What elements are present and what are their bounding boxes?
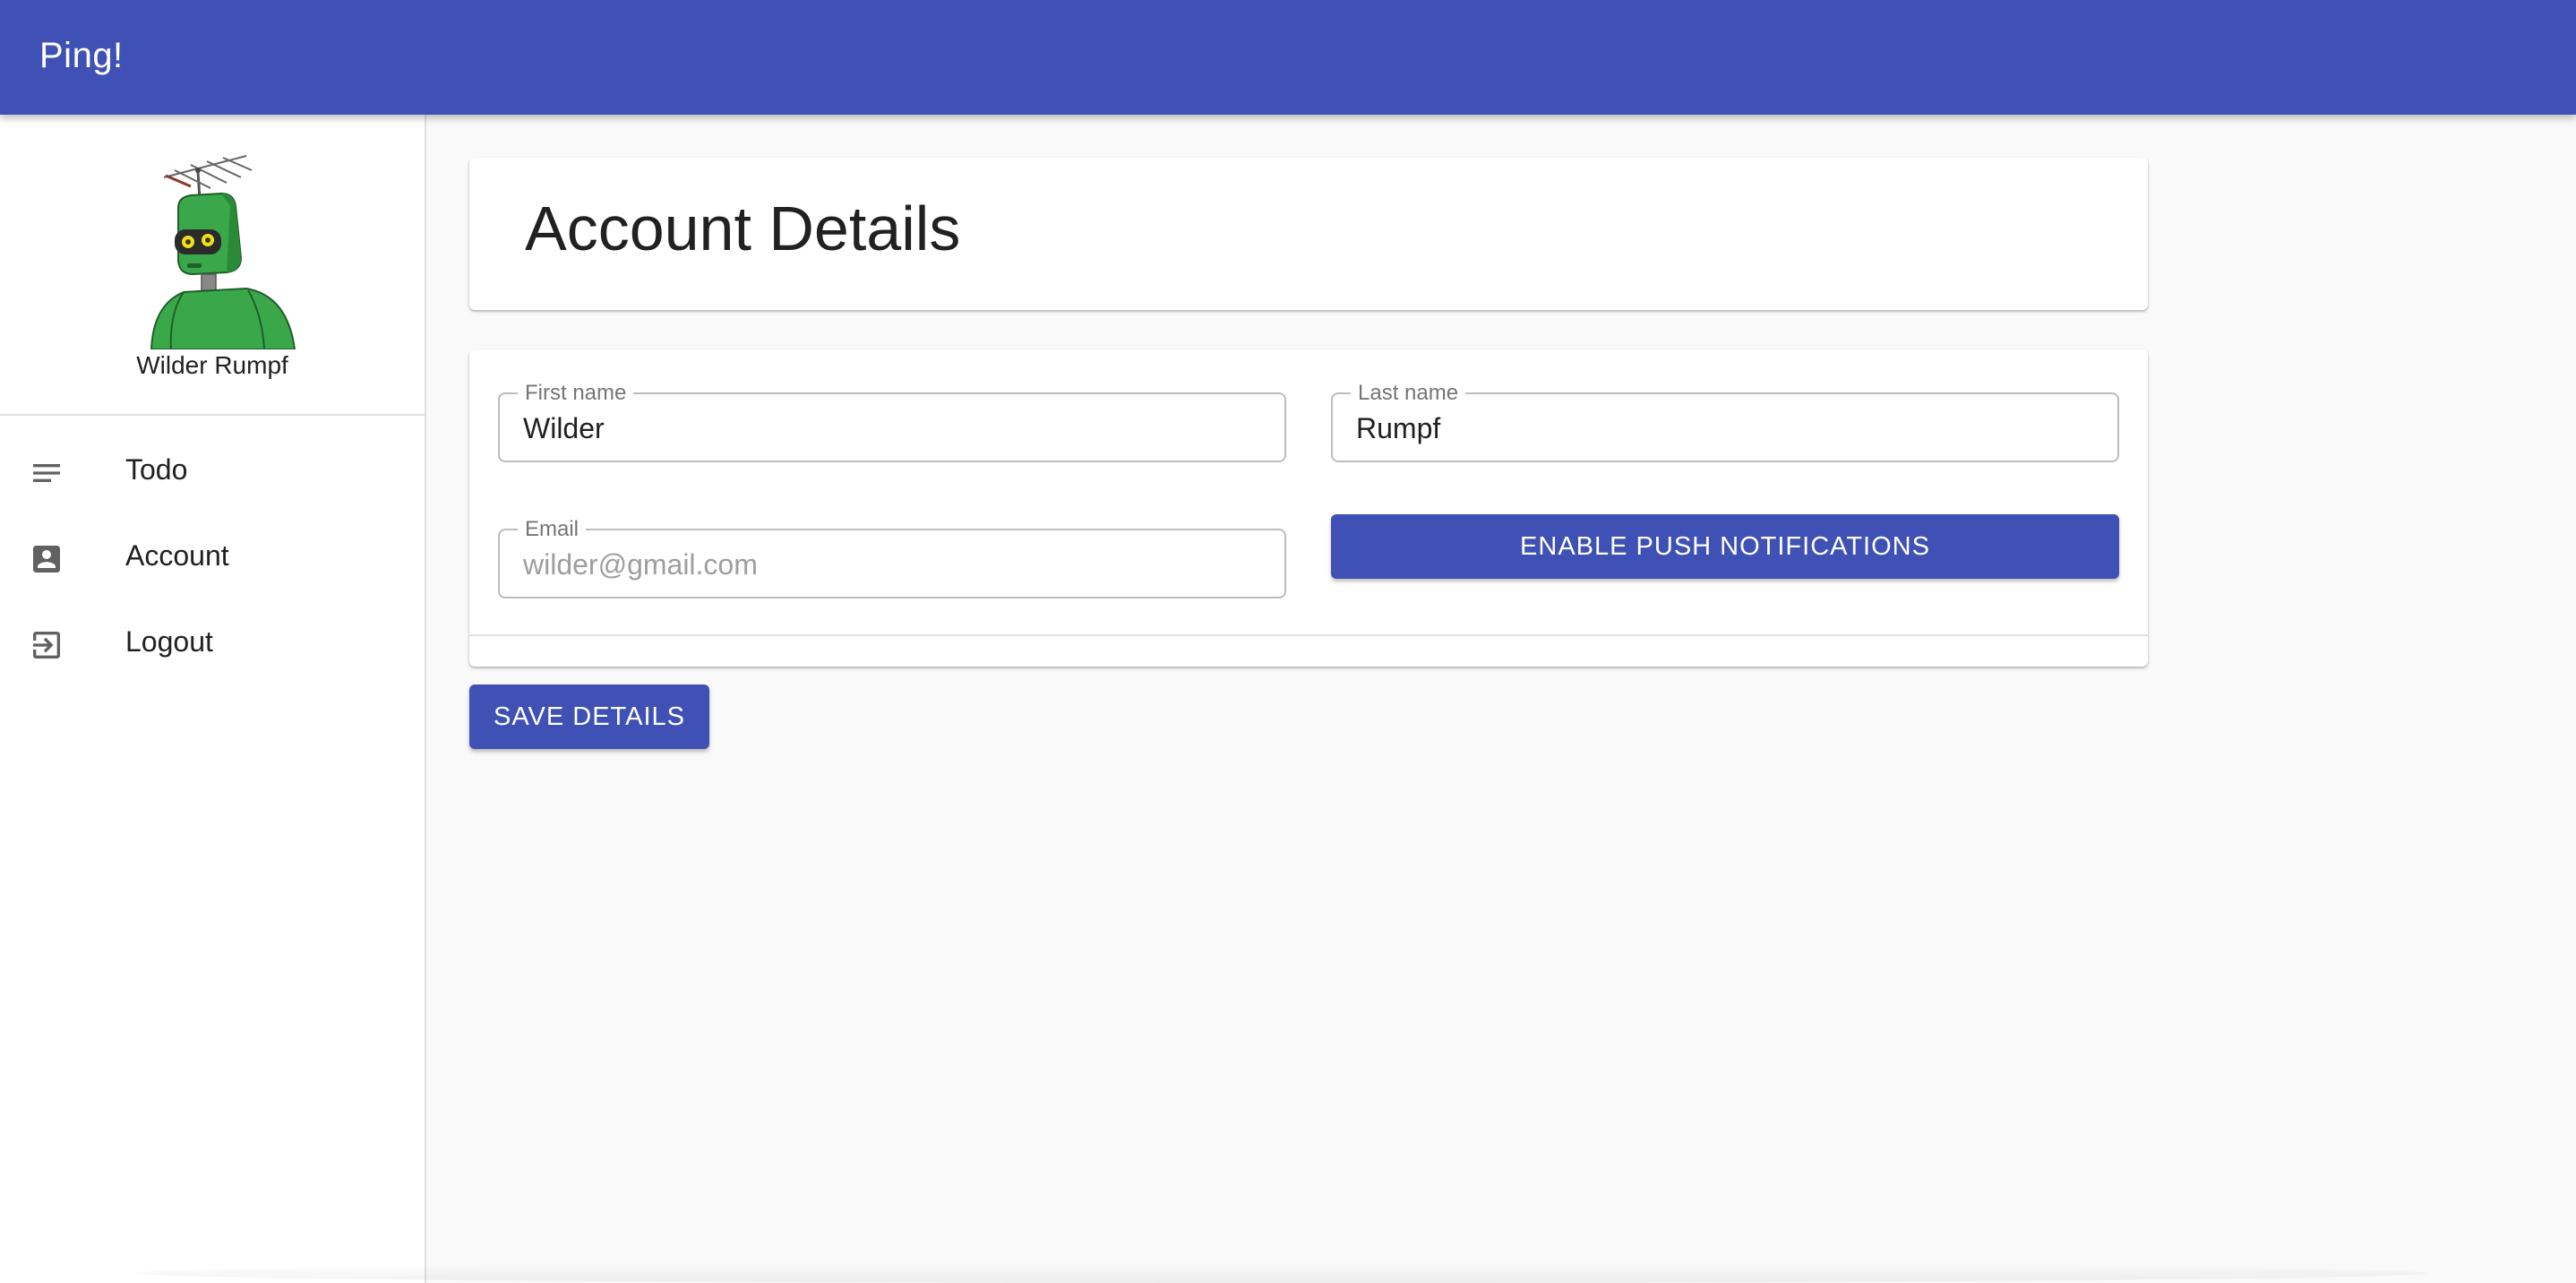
last-name-field[interactable]: Last name	[1331, 381, 2119, 462]
navigation-drawer: Wilder Rumpf Todo Account Logout	[0, 115, 426, 1283]
last-name-label: Last name	[1351, 381, 1466, 406]
nav-item-account[interactable]: Account	[0, 514, 425, 600]
nav-item-todo[interactable]: Todo	[0, 428, 425, 514]
nav-item-label: Account	[125, 539, 229, 572]
save-details-button[interactable]: Save Details	[469, 685, 709, 749]
app-title: Ping!	[39, 36, 124, 75]
nav-item-logout[interactable]: Logout	[0, 600, 425, 686]
account-box-icon	[33, 546, 60, 573]
first-name-input[interactable]	[523, 412, 1258, 444]
email-field[interactable]: Email	[498, 517, 1286, 598]
page-title: Account Details	[525, 194, 961, 263]
robot-avatar	[150, 155, 296, 349]
last-name-input[interactable]	[1356, 412, 2091, 444]
first-name-field[interactable]: First name	[498, 381, 1286, 462]
bottom-edge-shadow	[134, 1263, 2427, 1283]
card-divider	[469, 634, 2148, 636]
email-label: Email	[518, 517, 587, 542]
nav-item-label: Todo	[125, 453, 188, 486]
email-input[interactable]	[523, 548, 1258, 581]
user-profile: Wilder Rumpf	[0, 115, 425, 416]
nav-item-label: Logout	[125, 625, 213, 658]
list-icon	[33, 464, 60, 482]
app-bar: Ping!	[0, 0, 2576, 115]
enable-push-notifications-button[interactable]: Enable Push Notifications	[1331, 514, 2119, 579]
title-card: Account Details	[469, 158, 2148, 310]
account-form-card: First name Last name Email Enable Push N…	[469, 349, 2148, 667]
user-name: Wilder Rumpf	[136, 351, 288, 379]
first-name-label: First name	[518, 381, 634, 406]
logout-icon	[33, 632, 60, 659]
